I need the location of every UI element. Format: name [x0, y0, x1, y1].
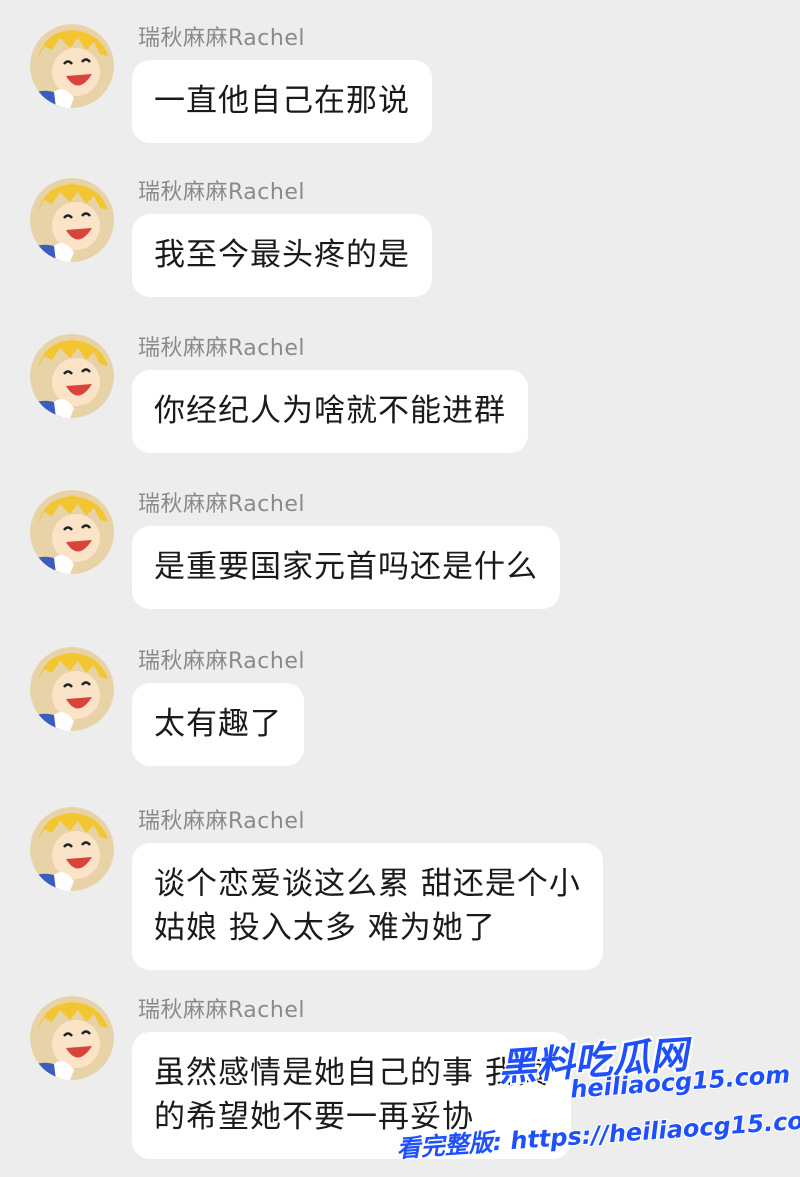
avatar-icon[interactable] [30, 647, 114, 731]
avatar-icon[interactable] [30, 24, 114, 108]
sender-name: 瑞秋麻麻Rachel [138, 998, 305, 1023]
sender-name: 瑞秋麻麻Rachel [138, 26, 305, 51]
avatar-icon[interactable] [30, 996, 114, 1080]
message-text: 是重要国家元首吗还是什么 [154, 549, 538, 585]
message-bubble[interactable]: 一直他自己在那说 [132, 60, 432, 143]
avatar-icon[interactable] [30, 178, 114, 262]
message-text: 谈个恋爱谈这么累 甜还是个小 [154, 866, 581, 902]
message-bubble[interactable]: 是重要国家元首吗还是什么 [132, 526, 560, 609]
message-text: 一直他自己在那说 [154, 83, 410, 119]
message-text: 的希望她不要一再妥协 [154, 1099, 474, 1135]
message-bubble[interactable]: 虽然感情是她自己的事 我真 的希望她不要一再妥协 [132, 1032, 571, 1159]
message-text: 姑娘 投入太多 难为她了 [154, 910, 496, 946]
message-text: 我至今最头疼的是 [154, 237, 410, 273]
avatar-icon[interactable] [30, 807, 114, 891]
message-text: 虽然感情是她自己的事 我真 [154, 1055, 549, 1091]
message-bubble[interactable]: 太有趣了 [132, 683, 304, 766]
message-bubble[interactable]: 谈个恋爱谈这么累 甜还是个小 姑娘 投入太多 难为她了 [132, 843, 603, 970]
message-bubble[interactable]: 我至今最头疼的是 [132, 214, 432, 297]
message-bubble[interactable]: 你经纪人为啥就不能进群 [132, 370, 528, 453]
avatar-icon[interactable] [30, 334, 114, 418]
sender-name: 瑞秋麻麻Rachel [138, 649, 305, 674]
message-text: 你经纪人为啥就不能进群 [154, 393, 506, 429]
sender-name: 瑞秋麻麻Rachel [138, 336, 305, 361]
sender-name: 瑞秋麻麻Rachel [138, 809, 305, 834]
chat-thread: 瑞秋麻麻Rachel 一直他自己在那说 瑞秋麻麻Rachel 我至今最头疼的是 … [0, 0, 800, 1177]
message-text: 太有趣了 [154, 706, 282, 742]
sender-name: 瑞秋麻麻Rachel [138, 492, 305, 517]
avatar-icon[interactable] [30, 490, 114, 574]
sender-name: 瑞秋麻麻Rachel [138, 180, 305, 205]
